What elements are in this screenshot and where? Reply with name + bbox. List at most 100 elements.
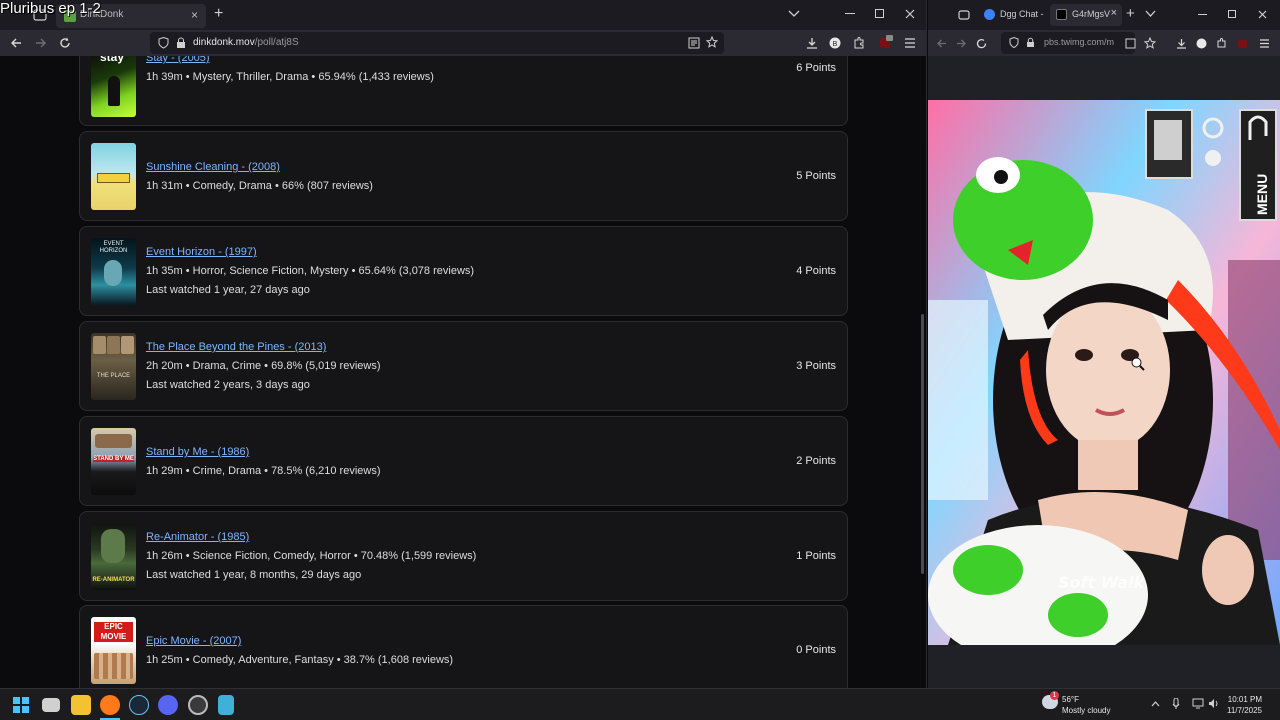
- back-arrow-icon[interactable]: [936, 38, 947, 49]
- tab-dgg-chat[interactable]: Dgg Chat -: [978, 4, 1044, 26]
- firefox-icon[interactable]: [100, 695, 120, 715]
- movie-poster-epic-movie: EPIC MOVIE: [91, 617, 136, 684]
- tab-close-icon[interactable]: ×: [1111, 7, 1117, 19]
- bookmark-star-icon[interactable]: [706, 36, 718, 48]
- tab-overview-icon[interactable]: [958, 9, 970, 21]
- movie-title-link[interactable]: Stand by Me - (1986): [146, 446, 249, 458]
- left-nav-bar: dinkdonk.mov/poll/atj8S B: [0, 30, 926, 56]
- movie-card[interactable]: EPIC MOVIE Epic Movie - (2007) 1h 25m • …: [79, 605, 848, 688]
- poster-figure: [108, 76, 120, 106]
- weather-temp: 56°F: [1062, 695, 1079, 704]
- movie-card[interactable]: THE PLACE The Place Beyond the Pines - (…: [79, 321, 848, 411]
- reload-icon[interactable]: [976, 38, 987, 49]
- forward-arrow-icon[interactable]: [35, 37, 47, 49]
- tab-close-icon[interactable]: ×: [191, 8, 198, 22]
- file-explorer-icon[interactable]: [71, 695, 91, 715]
- movie-title-link[interactable]: Epic Movie - (2007): [146, 635, 241, 647]
- network-icon[interactable]: [1192, 698, 1204, 709]
- reader-view-icon[interactable]: [688, 37, 700, 49]
- movie-card[interactable]: Sunshine Cleaning - (2008) 1h 31m • Come…: [79, 131, 848, 221]
- discord-icon[interactable]: [158, 695, 178, 715]
- movie-title-link[interactable]: Stay - (2005): [146, 56, 210, 64]
- address-bar[interactable]: pbs.twimg.com/m: [1001, 32, 1135, 54]
- account-icon[interactable]: B: [829, 37, 841, 49]
- tab-title: Dgg Chat -: [1000, 9, 1044, 19]
- tab-list-chevron-icon[interactable]: [788, 9, 800, 19]
- weather-desc: Mostly cloudy: [1062, 706, 1111, 715]
- movie-title-link[interactable]: Re-Animator - (1985): [146, 531, 249, 543]
- poster-face-1: [93, 336, 106, 354]
- url-text[interactable]: pbs.twimg.com/m: [1044, 37, 1132, 47]
- back-arrow-icon[interactable]: [10, 37, 22, 49]
- movie-card[interactable]: EVENT HORIZON Event Horizon - (1997) 1h …: [79, 226, 848, 316]
- movie-title-link[interactable]: Event Horizon - (1997): [146, 246, 257, 258]
- photo-illustration: Soft Walk MENU: [928, 100, 1280, 645]
- notepad-icon[interactable]: [218, 695, 234, 715]
- weather-widget[interactable]: 56°F Mostly cloudy: [1062, 694, 1110, 716]
- left-tab-bar: DinkDonk × +: [0, 0, 926, 30]
- downloads-icon[interactable]: [806, 37, 818, 49]
- bookmark-star-icon[interactable]: [1144, 37, 1156, 49]
- system-clock[interactable]: 10:01 PM 11/7/2025: [1227, 694, 1262, 716]
- shield-icon[interactable]: [1009, 37, 1019, 48]
- window-close-icon[interactable]: [905, 9, 915, 19]
- extensions-puzzle-icon[interactable]: [853, 37, 865, 49]
- poster-face: [104, 260, 122, 286]
- maximize-icon[interactable]: [875, 9, 885, 19]
- page-scrollbar[interactable]: [921, 314, 924, 574]
- tab-title: G4rMgsV: [1072, 9, 1111, 19]
- viewed-photo[interactable]: Soft Walk MENU: [928, 100, 1280, 645]
- app-menu-icon[interactable]: [904, 38, 916, 48]
- movie-points: 5 Points: [796, 170, 836, 182]
- movie-card[interactable]: STAND BY ME Stand by Me - (1986) 1h 29m …: [79, 416, 848, 506]
- downloads-icon[interactable]: [1176, 38, 1187, 49]
- ublock-extension-icon[interactable]: [1237, 38, 1248, 49]
- steam-icon[interactable]: [129, 695, 149, 715]
- movie-meta: 1h 31m • Comedy, Drama • 66% (807 review…: [146, 180, 373, 192]
- extensions-puzzle-icon[interactable]: [1216, 38, 1227, 49]
- task-view-icon[interactable]: [42, 698, 60, 712]
- movie-last-watched: Last watched 1 year, 8 months, 29 days a…: [146, 569, 362, 581]
- dgg-favicon-icon: [984, 9, 995, 20]
- windows-start-icon[interactable]: [13, 697, 29, 713]
- lock-icon[interactable]: [1026, 37, 1035, 48]
- ublock-extension-icon[interactable]: [879, 35, 893, 49]
- poster-text: stay: [100, 56, 125, 64]
- movie-last-watched: Last watched 1 year, 27 days ago: [146, 284, 310, 296]
- account-icon[interactable]: [1196, 38, 1207, 49]
- minimize-icon[interactable]: [845, 13, 855, 15]
- movie-points: 6 Points: [796, 62, 836, 74]
- maximize-icon[interactable]: [1228, 10, 1237, 19]
- reader-view-icon[interactable]: [1125, 38, 1136, 49]
- poster-kids: [95, 434, 132, 448]
- reload-icon[interactable]: [59, 37, 71, 49]
- new-tab-button[interactable]: +: [1126, 5, 1135, 22]
- movie-card[interactable]: stay Stay - (2005) 1h 39m • Mystery, Thr…: [79, 56, 848, 126]
- minimize-icon[interactable]: [1198, 14, 1207, 16]
- microphone-icon[interactable]: [1172, 698, 1180, 710]
- new-tab-button[interactable]: +: [214, 5, 223, 23]
- movie-points: 2 Points: [796, 455, 836, 467]
- shield-icon[interactable]: [158, 37, 169, 49]
- tab-list-chevron-icon[interactable]: [1145, 10, 1156, 18]
- movie-last-watched: Last watched 2 years, 3 days ago: [146, 379, 310, 391]
- app-menu-icon[interactable]: [1259, 39, 1270, 48]
- poster-text: STAND BY ME: [93, 456, 134, 462]
- window-close-icon[interactable]: [1258, 10, 1267, 19]
- movie-title-link[interactable]: Sunshine Cleaning - (2008): [146, 161, 280, 173]
- obs-icon[interactable]: [188, 695, 208, 715]
- forward-arrow-icon[interactable]: [956, 38, 967, 49]
- x-favicon-icon: [1056, 9, 1067, 20]
- movie-meta: 1h 39m • Mystery, Thriller, Drama • 65.9…: [146, 71, 434, 83]
- movie-title-link[interactable]: The Place Beyond the Pines - (2013): [146, 341, 326, 353]
- volume-icon[interactable]: [1208, 698, 1220, 709]
- poster-face-3: [121, 336, 134, 354]
- lock-icon[interactable]: [176, 37, 186, 49]
- address-bar[interactable]: dinkdonk.mov/poll/atj8S: [150, 32, 724, 54]
- movie-poster-stand-by-me: STAND BY ME: [91, 428, 136, 495]
- tab-twitter-image[interactable]: G4rMgsV ×: [1050, 4, 1122, 26]
- tray-overflow-chevron-icon[interactable]: [1151, 701, 1160, 707]
- right-tab-bar: Dgg Chat - G4rMgsV × +: [928, 0, 1280, 30]
- movie-card[interactable]: RE-ANIMATOR Re-Animator - (1985) 1h 26m …: [79, 511, 848, 601]
- url-text[interactable]: dinkdonk.mov/poll/atj8S: [193, 37, 299, 48]
